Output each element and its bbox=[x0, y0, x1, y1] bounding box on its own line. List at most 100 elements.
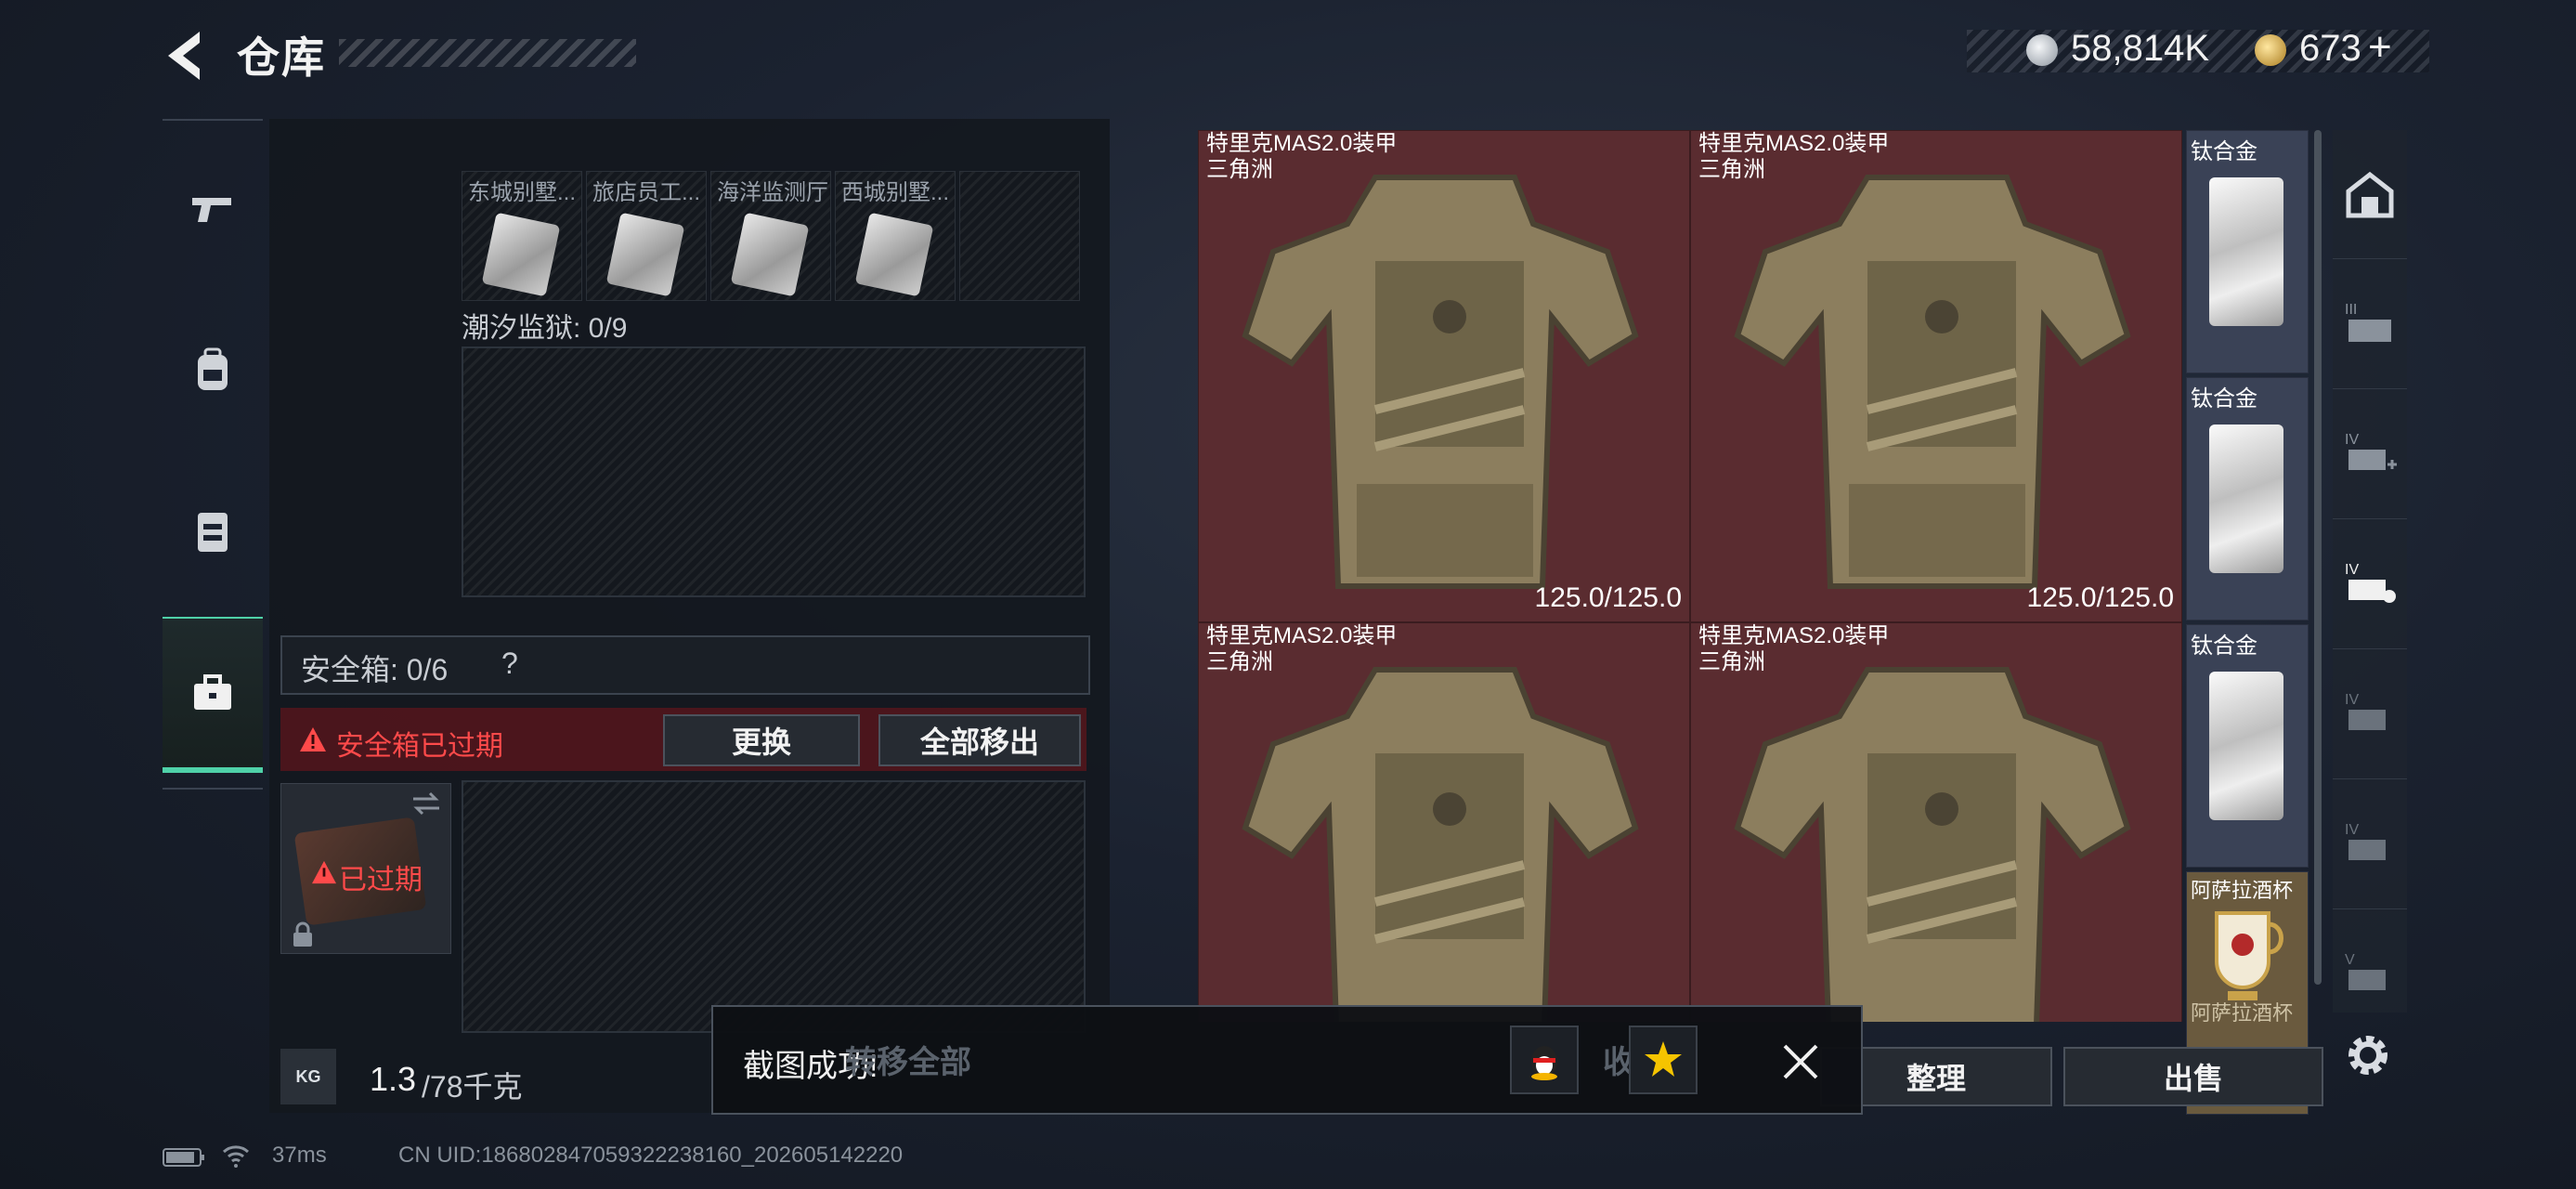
back-arrow-icon[interactable] bbox=[163, 28, 209, 84]
stash-item[interactable]: 东城别墅... bbox=[462, 171, 582, 301]
armor-tier-4-b-icon: IV bbox=[2345, 692, 2386, 730]
armor-item[interactable]: 特里克MAS2.0装甲 三角洲 125.0/125.0 bbox=[1198, 130, 1690, 622]
stash-item[interactable]: 旅店员工... bbox=[586, 171, 707, 301]
gear-icon[interactable] bbox=[2340, 1027, 2396, 1083]
svg-text:IV: IV bbox=[2345, 562, 2359, 578]
svg-text:III: III bbox=[2345, 302, 2357, 318]
item-label: 海洋监测厅 bbox=[717, 180, 828, 205]
inventory-scrollbar[interactable] bbox=[2314, 130, 2322, 985]
backpack-icon bbox=[198, 347, 228, 390]
armor-item[interactable]: 特里克MAS2.0装甲 三角洲 125.0/125.0 bbox=[1690, 130, 2182, 622]
wifi-icon bbox=[222, 1145, 250, 1168]
safe-box-grid[interactable] bbox=[462, 780, 1086, 1033]
armor-durability: 125.0/125.0 bbox=[1534, 582, 1682, 613]
armor-vest-icon bbox=[1734, 667, 2131, 1022]
category-tier-5[interactable]: V bbox=[2333, 910, 2407, 1039]
armor-item[interactable]: 特里克MAS2.0装甲 三角洲 bbox=[1690, 622, 2182, 1022]
item-label: 西城别墅... bbox=[841, 180, 950, 205]
screenshot-toast: 截图成功! 转移全部 收藏 bbox=[711, 1005, 1863, 1115]
side-item-name: 钛合金 bbox=[2191, 139, 2257, 164]
side-item-column: 钛合金 钛合金 钛合金 阿萨拉酒杯 阿萨拉酒杯 bbox=[2186, 130, 2309, 1115]
stash-item[interactable]: 海洋监测厅 bbox=[710, 171, 831, 301]
stash-items-grid: 东城别墅... 旅店员工... 海洋监测厅 西城别墅... bbox=[462, 124, 1086, 301]
armor-tier-4-c-icon: IV bbox=[2345, 822, 2386, 860]
briefcase-icon bbox=[194, 674, 231, 710]
sell-button[interactable]: 出售 bbox=[2063, 1047, 2323, 1106]
add-currency-button[interactable]: + bbox=[2368, 24, 2392, 71]
armor-item[interactable]: 特里克MAS2.0装甲 三角洲 bbox=[1198, 622, 1690, 1022]
prison-label: 潮汐监狱: 0/9 bbox=[462, 313, 628, 344]
gold-coin-icon bbox=[2255, 34, 2286, 66]
side-item-name: 钛合金 bbox=[2191, 386, 2257, 412]
weight-icon: KG bbox=[280, 1049, 336, 1104]
category-strip: III IV IV IV IV V bbox=[2333, 130, 2407, 1013]
svg-text:IV: IV bbox=[2345, 822, 2359, 838]
expired-badge: 已过期 bbox=[339, 865, 423, 895]
replace-button[interactable]: 更换 bbox=[663, 714, 860, 766]
empty-slot[interactable] bbox=[959, 171, 1080, 301]
safe-box-item[interactable]: 已过期 bbox=[280, 783, 451, 954]
category-tier-3[interactable]: III bbox=[2333, 260, 2407, 389]
warning-icon bbox=[300, 727, 326, 751]
category-tier-4-c[interactable]: IV bbox=[2333, 780, 2407, 909]
svg-text:IV: IV bbox=[2345, 432, 2359, 448]
svg-text:IV: IV bbox=[2345, 692, 2359, 708]
qzone-star-icon bbox=[1645, 1041, 1682, 1077]
expired-text: 安全箱已过期 bbox=[336, 731, 503, 762]
safe-box-bar: 安全箱: 0/6 ? bbox=[280, 635, 1090, 695]
swap-icon bbox=[413, 791, 439, 816]
armor-tier-4-plus-icon: IV bbox=[2345, 432, 2397, 470]
side-item-name: 阿萨拉酒杯 bbox=[2191, 879, 2294, 902]
uid-text: CN UID:1868028470593222381­60_2026051422… bbox=[398, 1143, 904, 1168]
qq-penguin-icon bbox=[1531, 1046, 1557, 1080]
svg-text:V: V bbox=[2345, 952, 2355, 968]
close-icon[interactable] bbox=[1781, 1042, 1820, 1081]
share-qzone-button[interactable] bbox=[1629, 1026, 1698, 1094]
nav-backpack[interactable] bbox=[163, 295, 263, 444]
nav-case[interactable] bbox=[163, 617, 263, 773]
category-tier-4-b[interactable]: IV bbox=[2333, 650, 2407, 779]
inventory-grid: 特里克MAS2.0装甲 三角洲 125.0/125.0 特里克MAS2.0装甲 三角… bbox=[1198, 130, 2182, 1022]
title-decoration bbox=[339, 39, 636, 67]
side-item-name: 钛合金 bbox=[2191, 634, 2257, 659]
pistol-icon bbox=[192, 198, 231, 222]
weight-bar: KG 1.3 /78千克 bbox=[280, 1036, 708, 1119]
ping-text: 37ms bbox=[272, 1143, 327, 1168]
help-icon[interactable]: ? bbox=[501, 647, 518, 681]
weight-max: /78千克 bbox=[422, 1070, 523, 1104]
side-item[interactable]: 钛合金 bbox=[2186, 624, 2309, 868]
safe-box-label: 安全箱: 0/6 bbox=[301, 653, 449, 686]
armor-vest-icon bbox=[1734, 175, 2131, 589]
lock-icon bbox=[293, 921, 312, 947]
armor-vest-icon bbox=[1242, 175, 1639, 589]
side-item[interactable]: 钛合金 bbox=[2186, 130, 2309, 373]
nav-vest[interactable] bbox=[163, 457, 263, 606]
armor-tier-3-icon: III bbox=[2345, 302, 2391, 342]
move-all-out-button[interactable]: 全部移出 bbox=[878, 714, 1081, 766]
silver-currency-value: 58,814K bbox=[2071, 28, 2210, 69]
warning-icon bbox=[312, 860, 336, 884]
weight-value: 1.3 bbox=[370, 1060, 417, 1098]
side-item[interactable]: 钛合金 bbox=[2186, 377, 2309, 621]
category-all[interactable] bbox=[2333, 130, 2407, 259]
nav-weapons[interactable] bbox=[163, 135, 263, 283]
page-title: 仓库 bbox=[237, 33, 326, 82]
goblet-icon bbox=[2215, 911, 2283, 1000]
home-icon bbox=[2346, 171, 2394, 218]
armor-durability: 125.0/125.0 bbox=[2026, 582, 2174, 613]
side-item-name-extra: 阿萨拉酒杯 bbox=[2191, 1001, 2294, 1025]
category-tier-4-plus[interactable]: IV bbox=[2333, 390, 2407, 519]
vest-icon bbox=[198, 513, 228, 552]
share-qq-button[interactable] bbox=[1510, 1026, 1579, 1094]
gold-currency-value: 673 bbox=[2299, 28, 2361, 69]
transfer-all-button[interactable]: 转移全部 bbox=[845, 1037, 971, 1082]
category-tier-4-shield[interactable]: IV bbox=[2333, 520, 2407, 649]
armor-tier-4-shield-icon: IV bbox=[2345, 562, 2396, 603]
battery-icon bbox=[163, 1148, 204, 1167]
prison-grid[interactable] bbox=[462, 346, 1086, 597]
armor-tier-5-icon: V bbox=[2345, 952, 2386, 990]
silver-coin-icon bbox=[2026, 34, 2058, 66]
stash-item[interactable]: 西城别墅... bbox=[835, 171, 956, 301]
item-label: 旅店员工... bbox=[592, 180, 701, 205]
item-label: 东城别墅... bbox=[468, 180, 577, 205]
